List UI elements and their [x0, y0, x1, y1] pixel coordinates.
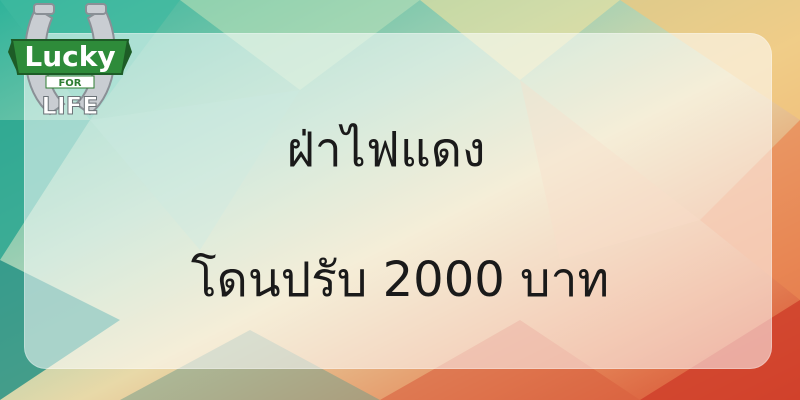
lucky-for-life-logo: Lucky FOR LIFE — [8, 0, 132, 128]
headline-line-2: โดนปรับ 2000 บาท — [190, 252, 610, 308]
logo-word-for: FOR — [58, 78, 81, 89]
logo-word-lucky: Lucky — [24, 40, 115, 73]
headline-line-1: ฝ่าไฟแดง — [286, 122, 486, 178]
